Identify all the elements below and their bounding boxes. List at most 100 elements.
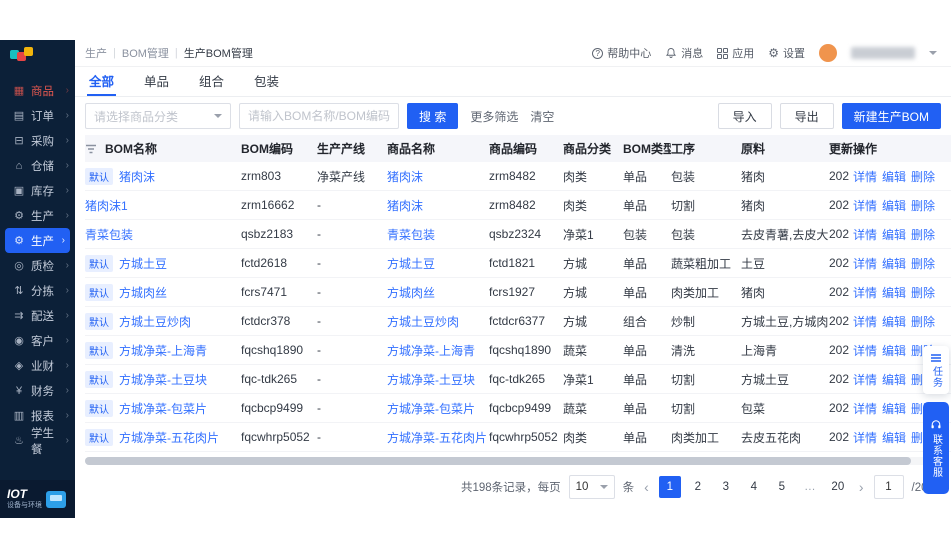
user-avatar[interactable] — [819, 44, 837, 62]
tab-package[interactable]: 包装 — [252, 67, 281, 96]
row-action-detail[interactable]: 详情 — [853, 400, 877, 417]
product-name-link[interactable]: 方城净菜-包菜片 — [387, 402, 475, 416]
sidebar-item-inventory[interactable]: ▣库存› — [0, 178, 75, 203]
tab-all[interactable]: 全部 — [87, 67, 116, 96]
page-button-20[interactable]: 20 — [827, 476, 849, 498]
tab-combo[interactable]: 组合 — [197, 67, 226, 96]
row-action-edit[interactable]: 编辑 — [882, 197, 906, 214]
page-button-2[interactable]: 2 — [687, 476, 709, 498]
row-action-delete[interactable]: 删除 — [911, 168, 935, 185]
row-action-detail[interactable]: 详情 — [853, 313, 877, 330]
scrollbar-thumb[interactable] — [85, 457, 911, 465]
sidebar-item-student-meals[interactable]: ♨学生餐› — [0, 428, 75, 453]
row-action-detail[interactable]: 详情 — [853, 371, 877, 388]
create-bom-button[interactable]: 新建生产BOM — [842, 103, 941, 129]
sidebar-item-delivery[interactable]: ⇉配送› — [0, 303, 75, 328]
row-action-detail[interactable]: 详情 — [853, 429, 877, 446]
product-name-link[interactable]: 方城净菜-上海青 — [387, 344, 475, 358]
bom-name-link[interactable]: 猪肉沫1 — [85, 197, 128, 214]
sidebar-item-sorting[interactable]: ⇅分拣› — [0, 278, 75, 303]
user-name-redacted[interactable] — [851, 47, 915, 59]
bom-name-link[interactable]: 方城肉丝 — [119, 284, 167, 301]
row-action-delete[interactable]: 删除 — [911, 197, 935, 214]
bom-name-link[interactable]: 方城净菜-土豆块 — [119, 371, 207, 388]
product-name-link[interactable]: 方城土豆 — [387, 257, 435, 271]
page-button-3[interactable]: 3 — [715, 476, 737, 498]
row-action-delete[interactable]: 删除 — [911, 313, 935, 330]
app-logo[interactable] — [0, 40, 75, 68]
page-button-4[interactable]: 4 — [743, 476, 765, 498]
row-action-delete[interactable]: 删除 — [911, 284, 935, 301]
help-center-button[interactable]: ? 帮助中心 — [592, 45, 651, 61]
row-action-detail[interactable]: 详情 — [853, 342, 877, 359]
row-action-detail[interactable]: 详情 — [853, 226, 877, 243]
bom-name-link[interactable]: 方城土豆 — [119, 255, 167, 272]
search-button[interactable]: 搜 索 — [407, 103, 458, 129]
row-action-detail[interactable]: 详情 — [853, 197, 877, 214]
bom-name-link[interactable]: 青菜包装 — [85, 226, 133, 243]
sidebar-item-production[interactable]: ⚙生产› — [5, 228, 70, 253]
product-name-link[interactable]: 方城净菜-土豆块 — [387, 373, 475, 387]
next-page-button[interactable]: › — [857, 480, 866, 494]
page-button-5[interactable]: 5 — [771, 476, 793, 498]
row-action-detail[interactable]: 详情 — [853, 284, 877, 301]
page-button-1[interactable]: 1 — [659, 476, 681, 498]
breadcrumb-production[interactable]: 生产 — [85, 45, 107, 61]
contact-support-button[interactable]: 联系客服 — [923, 402, 949, 494]
tab-single[interactable]: 单品 — [142, 67, 171, 96]
bom-name-link[interactable]: 方城净菜-五花肉片 — [119, 429, 219, 446]
sidebar-item-business-finance[interactable]: ◈业财› — [0, 353, 75, 378]
row-action-edit[interactable]: 编辑 — [882, 313, 906, 330]
bom-name-link[interactable]: 方城土豆炒肉 — [119, 313, 191, 330]
settings-button[interactable]: ⚙ 设置 — [768, 45, 805, 61]
apps-button[interactable]: 应用 — [717, 45, 754, 61]
sidebar-item-production-plan[interactable]: ⚙生产› — [0, 203, 75, 228]
category-select[interactable]: 请选择商品分类 — [85, 103, 231, 129]
jump-page-input[interactable] — [874, 475, 904, 499]
bom-search-input[interactable] — [239, 103, 399, 129]
bom-name-link[interactable]: 猪肉沫 — [119, 168, 155, 185]
breadcrumb-bom[interactable]: BOM管理 — [122, 45, 169, 61]
messages-button[interactable]: 消息 — [665, 45, 703, 61]
row-action-edit[interactable]: 编辑 — [882, 342, 906, 359]
clear-filters-link[interactable]: 清空 — [530, 108, 554, 125]
sidebar-item-products[interactable]: ▦商品› — [0, 78, 75, 103]
row-action-detail[interactable]: 详情 — [853, 168, 877, 185]
row-action-edit[interactable]: 编辑 — [882, 255, 906, 272]
sidebar-item-quality[interactable]: ◎质检› — [0, 253, 75, 278]
sidebar-item-customers[interactable]: ◉客户› — [0, 328, 75, 353]
bom-name-link[interactable]: 方城净菜-包菜片 — [119, 400, 207, 417]
row-action-edit[interactable]: 编辑 — [882, 429, 906, 446]
page-size-select[interactable]: 10 — [569, 475, 615, 499]
row-action-edit[interactable]: 编辑 — [882, 371, 906, 388]
row-action-delete[interactable]: 删除 — [911, 255, 935, 272]
row-action-edit[interactable]: 编辑 — [882, 400, 906, 417]
task-panel-toggle[interactable]: 任务 — [923, 346, 949, 394]
product-name-link[interactable]: 青菜包装 — [387, 228, 435, 242]
iot-panel[interactable]: IOT 设备与环境 — [0, 480, 75, 518]
product-name-link[interactable]: 方城土豆炒肉 — [387, 315, 459, 329]
topbar: 生产 | BOM管理 | 生产BOM管理 ? 帮助中心 消息 应用 ⚙ 设置 — [75, 40, 951, 67]
table-row: 默认方城土豆炒肉fctdcr378-方城土豆炒肉fctdcr6377方城组合炒制… — [85, 307, 951, 336]
sidebar-item-procurement[interactable]: ⊟采购› — [0, 128, 75, 153]
filter-icon[interactable] — [85, 143, 97, 155]
sidebar-item-finance[interactable]: ¥财务› — [0, 378, 75, 403]
sidebar-item-warehouse[interactable]: ⌂仓储› — [0, 153, 75, 178]
bom-name-link[interactable]: 方城净菜-上海青 — [119, 342, 207, 359]
more-filters-link[interactable]: 更多筛选 — [470, 108, 518, 125]
row-action-delete[interactable]: 删除 — [911, 226, 935, 243]
prev-page-button[interactable]: ‹ — [642, 480, 651, 494]
row-action-edit[interactable]: 编辑 — [882, 284, 906, 301]
product-name-link[interactable]: 方城肉丝 — [387, 286, 435, 300]
row-action-detail[interactable]: 详情 — [853, 255, 877, 272]
export-button[interactable]: 导出 — [780, 103, 834, 129]
product-name-link[interactable]: 猪肉沫 — [387, 170, 423, 184]
sidebar-item-orders[interactable]: ▤订单› — [0, 103, 75, 128]
product-name-link[interactable]: 猪肉沫 — [387, 199, 423, 213]
import-button[interactable]: 导入 — [718, 103, 772, 129]
chevron-down-icon[interactable] — [929, 51, 937, 55]
row-action-edit[interactable]: 编辑 — [882, 226, 906, 243]
row-action-edit[interactable]: 编辑 — [882, 168, 906, 185]
product-name-link[interactable]: 方城净菜-五花肉片 — [387, 431, 487, 445]
horizontal-scrollbar[interactable] — [85, 457, 945, 465]
